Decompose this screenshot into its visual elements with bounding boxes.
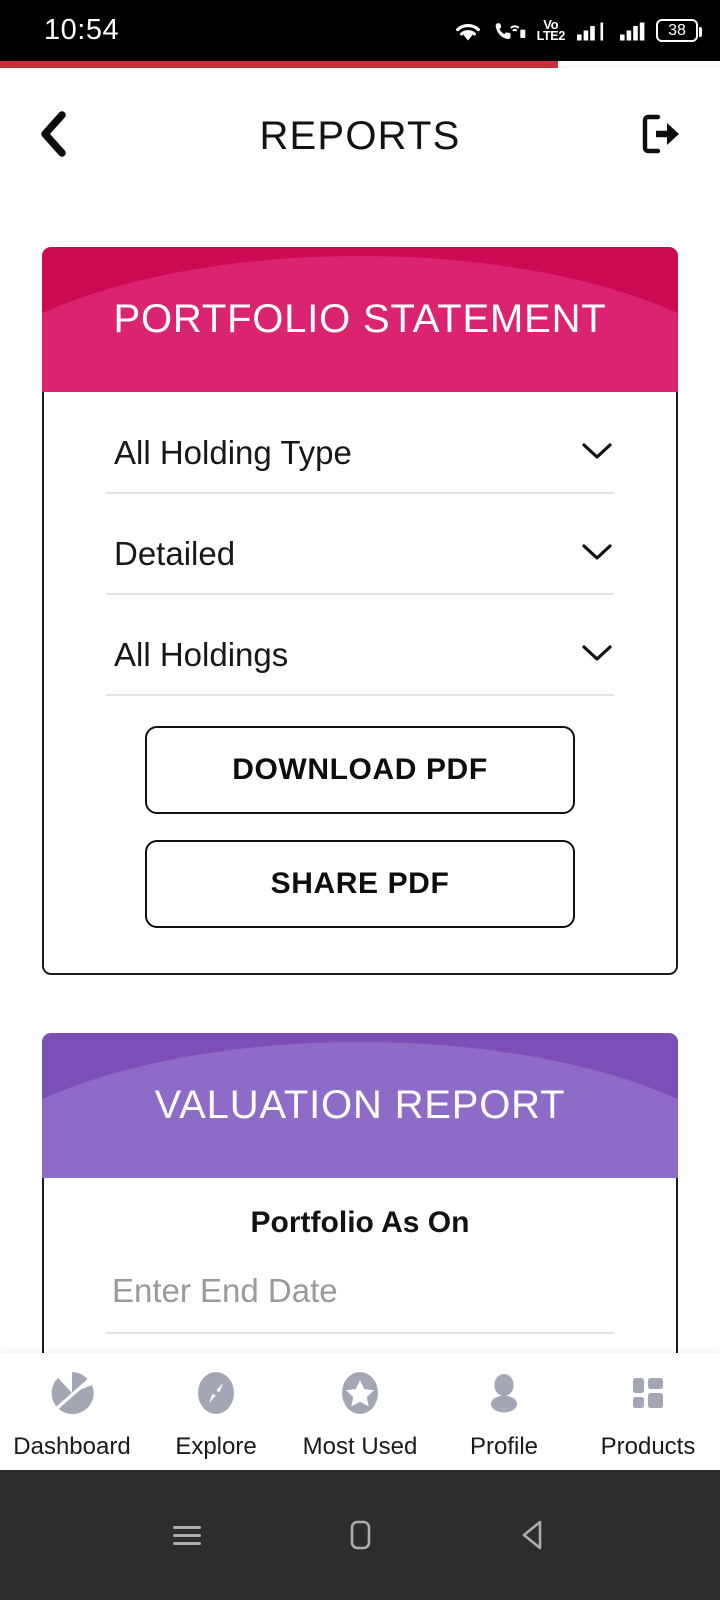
card-portfolio-statement-title: PORTFOLIO STATEMENT [113,297,607,341]
star-icon [336,1369,384,1422]
card-valuation-report-body: Portfolio As On [42,1178,678,1353]
compass-icon [192,1369,240,1422]
person-icon [480,1369,528,1422]
wifi-icon [453,19,483,43]
chevron-down-icon [580,642,614,669]
wifi-calling-icon [494,19,526,43]
chevron-down-icon [580,440,614,467]
app-header: REPORTS [0,68,720,205]
nav-item-explore[interactable]: Explore [144,1369,288,1461]
battery-level-text: 38 [668,21,686,39]
page-title: REPORTS [259,114,461,158]
status-bar: 10:54 Vo LTE2 38 [0,0,720,61]
share-pdf-button[interactable]: SHARE PDF [145,840,575,928]
portfolio-as-on-label: Portfolio As On [250,1206,470,1239]
dropdown-holding-type-value: All Holding Type [114,434,352,471]
nav-item-explore-label: Explore [175,1433,257,1460]
status-icons: Vo LTE2 38 [453,18,702,43]
dropdown-report-format[interactable]: Detailed [106,527,614,595]
card-portfolio-statement-body: All Holding Type Detailed All Holdings D… [42,392,678,975]
volte-icon: Vo LTE2 [536,18,566,43]
volte-bottom-text: LTE2 [536,28,566,43]
nav-item-products-label: Products [600,1433,696,1460]
nav-item-profile[interactable]: Profile [432,1369,576,1461]
signal-bars-icon-2 [619,19,645,43]
dropdown-holdings-scope[interactable]: All Holdings [106,628,614,696]
card-valuation-report-header: VALUATION REPORT [42,1033,678,1178]
dropdown-report-format-value: Detailed [114,535,236,572]
bottom-navigation: Dashboard Explore Most Used Profile Prod… [0,1353,720,1470]
status-time: 10:54 [44,14,120,46]
page-loading-bar [0,61,720,68]
chevron-left-icon[interactable] [36,110,70,163]
page-loading-bar-fill [0,61,558,68]
dropdown-holdings-scope-value: All Holdings [114,636,289,673]
logout-icon[interactable] [638,111,684,162]
battery-icon: 38 [656,19,702,42]
android-system-nav [0,1470,720,1600]
nav-item-dashboard[interactable]: Dashboard [0,1369,144,1461]
grid-icon [624,1369,672,1422]
portfolio-filters: All Holding Type Detailed All Holdings [44,392,676,696]
valuation-date-section: Portfolio As On [44,1178,676,1353]
end-date-input[interactable] [106,1272,614,1334]
card-portfolio-statement: PORTFOLIO STATEMENT All Holding Type Det… [42,247,678,975]
card-valuation-report: VALUATION REPORT Portfolio As On [42,1033,678,1353]
nav-item-most-used[interactable]: Most Used [288,1369,432,1461]
menu-icon[interactable] [165,1513,209,1557]
signal-bars-icon-1 [576,19,608,43]
back-triangle-icon[interactable] [511,1513,555,1557]
download-pdf-button[interactable]: DOWNLOAD PDF [145,726,575,814]
nav-item-most-used-label: Most Used [302,1433,418,1460]
reports-scroll-area[interactable]: PORTFOLIO STATEMENT All Holding Type Det… [0,205,720,1353]
card-portfolio-statement-header: PORTFOLIO STATEMENT [42,247,678,392]
chevron-down-icon [580,541,614,568]
nav-item-dashboard-label: Dashboard [13,1433,131,1460]
home-square-icon[interactable] [338,1513,382,1557]
pie-chart-icon [48,1369,96,1422]
nav-item-products[interactable]: Products [576,1369,720,1461]
card-valuation-report-title: VALUATION REPORT [154,1083,566,1127]
dropdown-holding-type[interactable]: All Holding Type [106,426,614,494]
nav-item-profile-label: Profile [469,1433,539,1460]
portfolio-actions: DOWNLOAD PDF SHARE PDF [44,696,676,973]
